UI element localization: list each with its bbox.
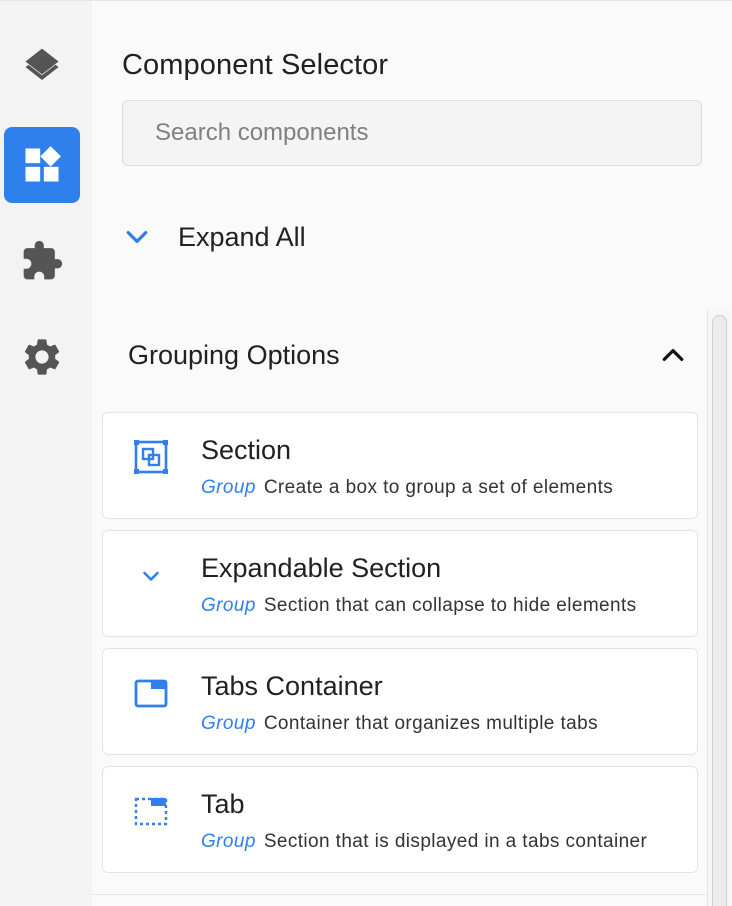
divider (92, 894, 708, 895)
component-meta: Group Section that is displayed in a tabs… (201, 831, 647, 853)
component-list: Section Group Create a box to group a set… (102, 412, 698, 884)
layers-icon (25, 48, 59, 81)
component-name: Section (201, 435, 292, 465)
component-tag: Group (201, 595, 256, 616)
rail-item-extensions[interactable] (4, 223, 80, 299)
component-description: Section that can collapse to hide elemen… (263, 595, 637, 616)
group-title: Grouping Options (128, 339, 340, 370)
chevron-up-icon[interactable] (658, 340, 688, 370)
search-input[interactable] (122, 100, 702, 166)
app-window: Component Selector Expand All Grouping O… (0, 0, 732, 906)
vertical-scrollbar[interactable] (707, 309, 731, 906)
chevron-down-icon (126, 231, 148, 243)
component-card-expandable-section[interactable]: Expandable Section Group Section that can… (102, 530, 698, 637)
section-icon (133, 439, 169, 475)
component-selector-panel: Component Selector Expand All Grouping O… (92, 1, 732, 906)
component-meta: Group Section that can collapse to hide e… (201, 595, 637, 617)
tabs-container-icon (133, 675, 169, 711)
page-title: Component Selector (122, 49, 389, 81)
expand-all-label: Expand All (178, 221, 306, 252)
component-tag: Group (201, 713, 256, 734)
component-name: Tabs Container (201, 671, 383, 701)
rail-item-settings[interactable] (4, 319, 80, 395)
component-meta: Group Container that organizes multiple t… (201, 713, 598, 735)
scrollbar-thumb[interactable] (712, 315, 727, 906)
component-description: Container that organizes multiple tabs (263, 713, 598, 734)
component-card-section[interactable]: Section Group Create a box to group a set… (102, 412, 698, 519)
component-description: Section that is displayed in a tabs cont… (263, 831, 648, 852)
rail-item-layers[interactable] (4, 29, 80, 105)
component-name: Tab (201, 789, 245, 819)
gear-icon (24, 339, 60, 375)
component-name: Expandable Section (201, 553, 442, 583)
group-header-grouping-options[interactable]: Grouping Options (128, 331, 688, 379)
component-card-tab[interactable]: Tab Group Section that is displayed in a … (102, 766, 698, 873)
puzzle-icon (23, 240, 63, 280)
chevron-down-icon (133, 557, 169, 593)
expand-all-button[interactable]: Expand All (122, 215, 306, 259)
component-tag: Group (201, 477, 256, 498)
component-description: Create a box to group a set of elements (263, 477, 614, 498)
component-meta: Group Create a box to group a set of elem… (201, 477, 613, 499)
left-rail (0, 1, 92, 906)
component-card-tabs-container[interactable]: Tabs Container Group Container that organ… (102, 648, 698, 755)
widgets-icon (25, 146, 61, 182)
tab-icon (133, 793, 169, 829)
component-tag: Group (201, 831, 256, 852)
rail-item-components[interactable] (4, 127, 80, 203)
